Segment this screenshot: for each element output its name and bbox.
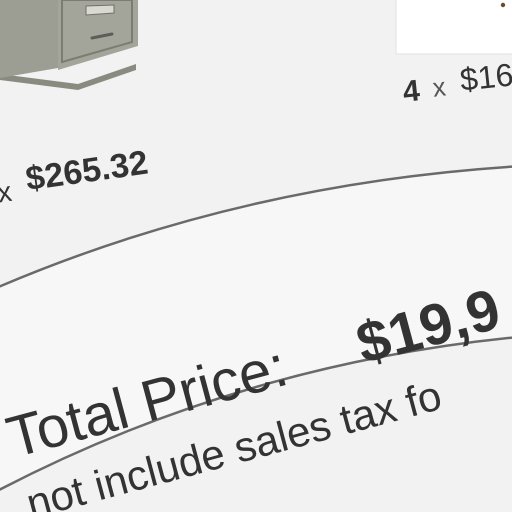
item-2-price: $16 <box>458 56 512 97</box>
product-scene: x $265.32 4 x $16 Total Price: $19,9 not… <box>0 0 512 512</box>
cabinet-side <box>0 0 58 78</box>
product-card-right <box>395 0 512 55</box>
item-2-price-line: 4 x $16 <box>401 56 512 109</box>
item-1-price-line: x $265.32 <box>0 144 150 209</box>
scene-canvas: x $265.32 4 x $16 Total Price: $19,9 not… <box>0 0 512 512</box>
product-card-right-image <box>395 0 512 55</box>
item-2-quantity: 4 <box>401 74 421 109</box>
product-detail-icon <box>500 2 506 8</box>
item-1-price: $265.32 <box>23 144 150 199</box>
item-1-multiplier: x <box>0 176 14 209</box>
cabinet-label-holder <box>85 4 115 16</box>
item-2-multiplier: x <box>431 72 447 103</box>
file-cabinet-image <box>0 0 138 90</box>
